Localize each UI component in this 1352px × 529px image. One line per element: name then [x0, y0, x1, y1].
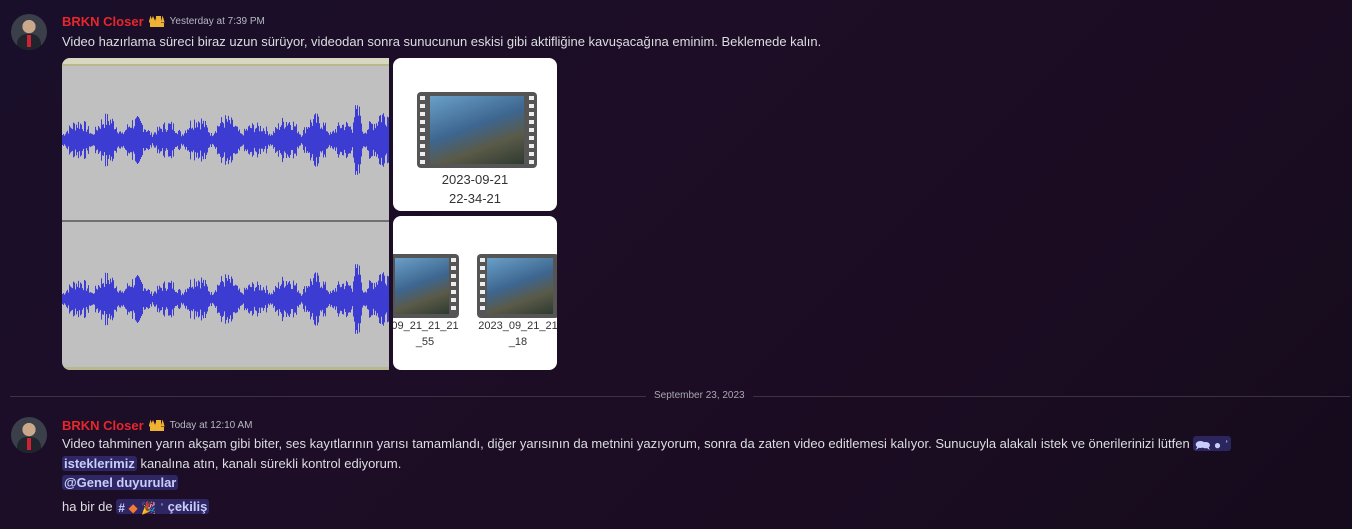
crown-icon — [148, 15, 165, 27]
message-text: Video hazırlama süreci biraz uzun sürüyo… — [62, 34, 822, 49]
party-popper-icon: 🎉 — [141, 500, 157, 515]
video-label-line2: 22-34-21 — [448, 191, 502, 206]
message-header: BRKN Closer Today at 12:10 AM — [62, 416, 252, 434]
timestamp: Today at 12:10 AM — [169, 419, 253, 431]
video-attachment-2[interactable]: 09_21_21_21 _55 2023_09_21_21 _18 — [393, 216, 557, 370]
video-label-line2: _18 — [508, 336, 528, 348]
message-text: ha bir de — [62, 499, 113, 514]
crown-icon — [148, 419, 165, 431]
audio-waveform-attachment[interactable] — [62, 58, 389, 370]
channel-mention-isteklerimiz[interactable]: isteklerimiz — [62, 456, 137, 471]
channel-mention-cekilis[interactable]: # ◆ 🎉 ˈ çekiliş — [116, 499, 210, 515]
video-file-icon — [393, 254, 459, 318]
separator-icon: ˈ — [1224, 437, 1229, 452]
channel-name: çekiliş — [167, 499, 208, 514]
message-header: BRKN Closer Yesterday at 7:39 PM — [62, 12, 265, 30]
video-attachment-1[interactable]: 2023-09-21 22-34-21 — [393, 58, 557, 211]
video-label-line1: 2023-09-21 — [441, 172, 509, 187]
role-mention-genel-duyurular[interactable]: @Genel duyurular — [62, 475, 179, 490]
message-text-line1: Video tahminen yarın akşam gibi biter, s… — [62, 434, 1231, 455]
video-label-line2: _55 — [415, 336, 435, 348]
diamond-icon: ◆ — [128, 500, 138, 515]
waveform-graphic — [62, 105, 389, 334]
timestamp: Yesterday at 7:39 PM — [169, 15, 265, 27]
author-name[interactable]: BRKN Closer — [62, 14, 144, 29]
separator-icon: ˈ — [159, 500, 164, 515]
dot-icon: ● — [1213, 437, 1222, 452]
date-divider: September 23, 2023 — [646, 390, 753, 401]
channel-mention-isteklerimiz-icon-part[interactable]: 🗪 ● ˈ — [1193, 436, 1231, 452]
video-label-line1: 2023_09_21_21 — [478, 320, 557, 332]
message-text-line3: @Genel duyurular — [62, 473, 179, 493]
author-avatar[interactable] — [11, 14, 47, 50]
video-file-icon — [417, 92, 537, 168]
author-avatar[interactable] — [11, 417, 47, 453]
message-text: Video tahminen yarın akşam gibi biter, s… — [62, 436, 1190, 451]
forum-icon: 🗪 — [1195, 437, 1211, 452]
video-label-line1: 09_21_21_21 — [393, 320, 459, 332]
author-name[interactable]: BRKN Closer — [62, 418, 144, 433]
hash-icon: # — [118, 500, 125, 515]
video-file-icon — [477, 254, 557, 318]
message-text-line2: isteklerimiz kanalına atın, kanalı sürek… — [62, 454, 401, 474]
message-text: kanalına atın, kanalı sürekli kontrol ed… — [140, 456, 402, 471]
message-text-line4: ha bir de # ◆ 🎉 ˈ çekiliş — [62, 497, 210, 518]
